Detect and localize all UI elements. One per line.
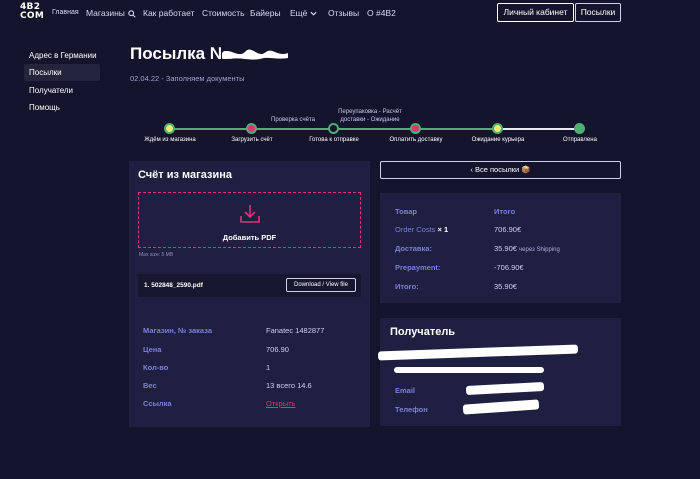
logo-line-2: COM bbox=[20, 11, 45, 21]
nav-more[interactable]: Ещё bbox=[290, 8, 317, 18]
invoice-title: Счёт из магазина bbox=[138, 169, 232, 181]
nav-about[interactable]: О #4B2 bbox=[367, 8, 396, 18]
download-icon bbox=[240, 205, 260, 223]
nav-home[interactable]: Главная bbox=[52, 9, 79, 16]
top-navigation: 4B2 COM Главная Магазины Как работает Ст… bbox=[0, 0, 700, 26]
summary-product-header: Товар bbox=[395, 207, 417, 216]
step-dot-2 bbox=[246, 123, 257, 134]
delivery-value: 35.90€ через Shipping bbox=[494, 244, 560, 253]
step-above-label-2: Проверка счёта bbox=[271, 117, 315, 123]
nav-more-label: Ещё bbox=[290, 8, 308, 18]
delivery-amount: 35.90€ bbox=[494, 244, 517, 253]
shop-order-value: Fanatec 1482877 bbox=[266, 326, 325, 335]
price-label: Цена bbox=[143, 345, 162, 354]
weight-label: Вес bbox=[143, 381, 157, 390]
step-label-5: Ожидание курьера bbox=[471, 137, 525, 143]
step-dot-4 bbox=[410, 123, 421, 134]
sidebar-item-parcels[interactable]: Посылки bbox=[24, 64, 100, 81]
open-link[interactable]: Открыть bbox=[266, 399, 295, 408]
grand-total-label: Итого: bbox=[395, 282, 419, 291]
parcels-button[interactable]: Посылки bbox=[575, 3, 621, 22]
delivery-note: через Shipping bbox=[519, 247, 560, 253]
grand-total-value: 35.90€ bbox=[494, 282, 517, 291]
sidebar-item-recipients[interactable]: Получатели bbox=[24, 82, 100, 99]
step-above-label-3: Переупаковка - Расчёт доставки - Ожидани… bbox=[338, 109, 402, 123]
step-label-2: Загрузить счёт bbox=[231, 137, 273, 143]
add-pdf-label: Добавить PDF bbox=[222, 233, 277, 242]
nav-shops[interactable]: Магазины bbox=[86, 8, 136, 18]
step-dot-3 bbox=[328, 123, 339, 134]
pdf-dropzone[interactable]: Добавить PDF bbox=[138, 192, 361, 248]
email-label: Email bbox=[395, 386, 416, 395]
nav-how-it-works[interactable]: Как работает bbox=[143, 8, 195, 18]
nav-buyers[interactable]: Байеры bbox=[250, 8, 281, 18]
step-label-4: Оплатить доставку bbox=[389, 137, 443, 143]
price-value: 706.90 bbox=[266, 345, 289, 354]
search-icon bbox=[128, 10, 136, 18]
order-costs-qty: × 1 bbox=[437, 225, 449, 234]
all-parcels-button[interactable]: ‹ Все посылки 📦 bbox=[380, 161, 621, 179]
quantity-value: 1 bbox=[266, 363, 271, 372]
redacted-recipient-address bbox=[394, 367, 544, 373]
site-logo[interactable]: 4B2 COM bbox=[20, 3, 46, 21]
order-costs-label: Order Costs × 1 bbox=[395, 225, 448, 234]
step-label-1: Ждём из магазина bbox=[144, 137, 196, 143]
max-size-hint: Max size: 5 MB bbox=[139, 252, 174, 258]
download-view-file-button[interactable]: Download / View file bbox=[286, 278, 356, 292]
phone-label: Телефон bbox=[395, 405, 428, 414]
order-costs-text: Order Costs bbox=[395, 225, 436, 234]
step-label-3: Готова к отправке bbox=[309, 137, 359, 143]
sidebar-item-help[interactable]: Помощь bbox=[24, 99, 100, 116]
weight-value: 13 всего 14.6 bbox=[266, 381, 312, 390]
progress-line-pending bbox=[497, 128, 580, 130]
page-title: Посылка № bbox=[130, 44, 229, 63]
sidebar-item-address[interactable]: Адрес в Германии bbox=[24, 47, 100, 64]
prepayment-value: -706.90€ bbox=[494, 263, 524, 272]
quantity-label: Кол-во bbox=[143, 363, 169, 372]
page-subtitle: 02.04.22 - Заполняем документы bbox=[130, 74, 245, 83]
delivery-label: Доставка: bbox=[395, 244, 432, 253]
nav-pricing[interactable]: Стоимость bbox=[202, 8, 245, 18]
file-name: 1. 502848_2590.pdf bbox=[144, 282, 203, 289]
step-dot-6 bbox=[574, 123, 585, 134]
shop-order-label: Магазин, № заказа bbox=[143, 326, 212, 335]
nav-reviews[interactable]: Отзывы bbox=[328, 8, 359, 18]
chevron-down-icon bbox=[310, 12, 317, 16]
step-label-6: Отправлена bbox=[563, 137, 597, 143]
uploaded-file-row: 1. 502848_2590.pdf Download / View file bbox=[138, 274, 361, 297]
step-dot-5 bbox=[492, 123, 503, 134]
recipient-title: Получатель bbox=[390, 326, 456, 338]
summary-total-header: Итого bbox=[494, 207, 516, 216]
redacted-number bbox=[222, 49, 288, 60]
prepayment-label: Prepayment: bbox=[395, 263, 441, 272]
nav-shops-label: Магазины bbox=[86, 8, 125, 18]
link-label: Ссылка bbox=[143, 399, 172, 408]
step-dot-1 bbox=[164, 123, 175, 134]
order-costs-value: 706.90€ bbox=[494, 225, 522, 234]
personal-cabinet-button[interactable]: Личный кабинет bbox=[497, 3, 574, 22]
